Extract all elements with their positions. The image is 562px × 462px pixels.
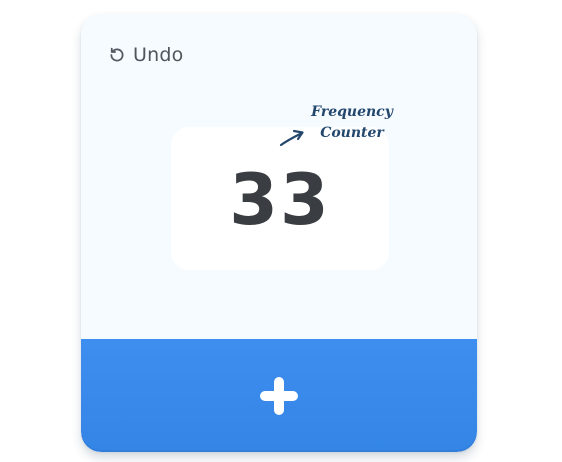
increment-button[interactable] [81, 339, 477, 452]
undo-icon [108, 46, 126, 64]
arrow-icon [279, 126, 307, 152]
undo-button[interactable]: Undo [108, 43, 183, 67]
counter-card: Undo 33 Frequency Counter [81, 14, 477, 452]
annotation-line-1: Frequency [311, 104, 393, 120]
plus-icon [258, 375, 300, 417]
annotation-text: Frequency Counter [307, 102, 397, 144]
annotation-line-2: Counter [320, 125, 384, 141]
undo-label: Undo [133, 44, 184, 66]
frequency-counter-annotation: Frequency Counter [277, 102, 407, 152]
